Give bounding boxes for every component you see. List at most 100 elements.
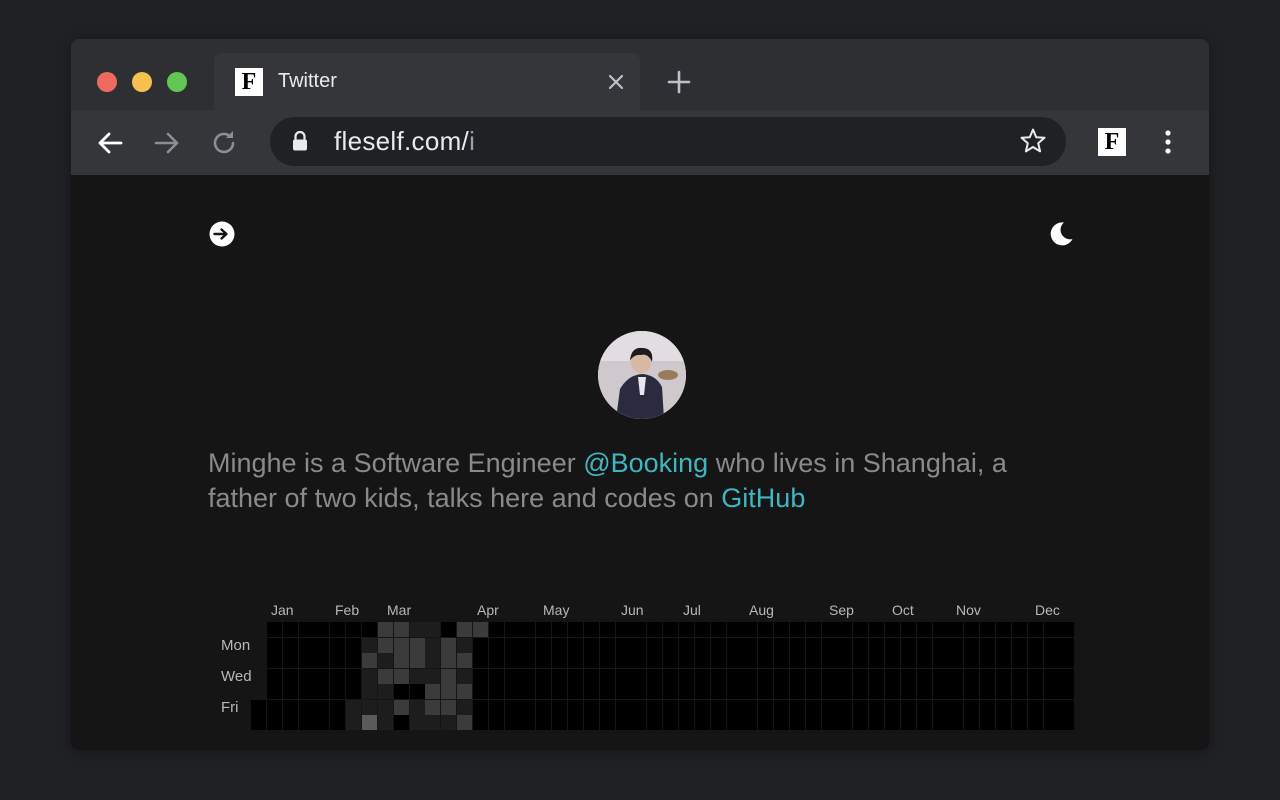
contribution-cell[interactable] [869, 637, 885, 653]
contribution-cell[interactable] [821, 653, 837, 668]
maximize-window-button[interactable] [167, 72, 187, 92]
contribution-cell[interactable] [678, 637, 694, 653]
contribution-cell[interactable] [932, 684, 948, 699]
contribution-cell[interactable] [789, 715, 805, 730]
contribution-cell[interactable] [330, 637, 346, 653]
contribution-cell[interactable] [583, 637, 599, 653]
contribution-cell[interactable] [504, 715, 520, 730]
contribution-cell[interactable] [441, 668, 457, 684]
contribution-cell[interactable] [282, 637, 298, 653]
contribution-cell[interactable] [995, 684, 1011, 699]
contribution-cell[interactable] [964, 637, 980, 653]
contribution-cell[interactable] [853, 622, 869, 637]
contribution-cell[interactable] [885, 622, 900, 637]
contribution-cell[interactable] [837, 622, 853, 637]
contribution-cell[interactable] [774, 668, 790, 684]
contribution-cell[interactable] [552, 715, 568, 730]
contribution-cell[interactable] [916, 699, 932, 715]
contribution-cell[interactable] [885, 684, 900, 699]
contribution-cell[interactable] [504, 653, 520, 668]
contribution-cell[interactable] [647, 653, 663, 668]
contribution-cell[interactable] [805, 668, 821, 684]
contribution-cell[interactable] [948, 715, 964, 730]
contribution-cell[interactable] [282, 622, 298, 637]
contribution-cell[interactable] [472, 653, 488, 668]
contribution-cell[interactable] [1059, 637, 1075, 653]
contribution-cell[interactable] [948, 637, 964, 653]
contribution-cell[interactable] [932, 653, 948, 668]
contribution-cell[interactable] [663, 637, 679, 653]
contribution-cell[interactable] [980, 684, 996, 699]
contribution-cell[interactable] [536, 637, 552, 653]
contribution-cell[interactable] [869, 715, 885, 730]
contribution-cell[interactable] [916, 715, 932, 730]
contribution-cell[interactable] [789, 637, 805, 653]
contribution-cell[interactable] [837, 653, 853, 668]
contribution-cell[interactable] [726, 715, 742, 730]
contribution-cell[interactable] [1043, 637, 1059, 653]
contribution-cell[interactable] [853, 653, 869, 668]
contribution-cell[interactable] [821, 715, 837, 730]
contribution-cell[interactable] [568, 653, 583, 668]
contribution-cell[interactable] [346, 684, 362, 699]
contribution-cell[interactable] [758, 653, 774, 668]
contribution-cell[interactable] [393, 699, 409, 715]
contribution-cell[interactable] [663, 715, 679, 730]
extension-icon[interactable]: F [1098, 128, 1126, 156]
contribution-cell[interactable] [964, 668, 980, 684]
contribution-cell[interactable] [266, 668, 282, 684]
contribution-cell[interactable] [298, 684, 314, 699]
contribution-cell[interactable] [599, 622, 615, 637]
contribution-cell[interactable] [330, 653, 346, 668]
contribution-cell[interactable] [916, 622, 932, 637]
contribution-cell[interactable] [948, 668, 964, 684]
contribution-cell[interactable] [520, 653, 536, 668]
contribution-cell[interactable] [457, 637, 473, 653]
contribution-cell[interactable] [552, 699, 568, 715]
contribution-cell[interactable] [266, 622, 282, 637]
contribution-cell[interactable] [821, 637, 837, 653]
contribution-cell[interactable] [282, 668, 298, 684]
contribution-cell[interactable] [774, 699, 790, 715]
contribution-cell[interactable] [536, 715, 552, 730]
contribution-cell[interactable] [932, 637, 948, 653]
contribution-cell[interactable] [821, 699, 837, 715]
contribution-cell[interactable] [964, 622, 980, 637]
contribution-cell[interactable] [916, 653, 932, 668]
contribution-cell[interactable] [1027, 622, 1043, 637]
contribution-cell[interactable] [726, 668, 742, 684]
contribution-cell[interactable] [1059, 653, 1075, 668]
contribution-cell[interactable] [536, 699, 552, 715]
contribution-cell[interactable] [583, 622, 599, 637]
close-tab-icon[interactable] [604, 70, 628, 94]
contribution-cell[interactable] [964, 684, 980, 699]
contribution-cell[interactable] [964, 699, 980, 715]
contribution-cell[interactable] [552, 637, 568, 653]
contribution-cell[interactable] [393, 715, 409, 730]
contribution-cell[interactable] [441, 637, 457, 653]
contribution-cell[interactable] [932, 715, 948, 730]
contribution-cell[interactable] [266, 715, 282, 730]
contribution-cell[interactable] [758, 637, 774, 653]
contribution-cell[interactable] [314, 684, 330, 699]
contribution-cell[interactable] [837, 699, 853, 715]
contribution-cell[interactable] [615, 684, 631, 699]
contribution-cell[interactable] [948, 699, 964, 715]
contribution-cell[interactable] [488, 653, 504, 668]
contribution-cell[interactable] [710, 637, 726, 653]
close-window-button[interactable] [97, 72, 117, 92]
contribution-cell[interactable] [504, 637, 520, 653]
contribution-cell[interactable] [393, 653, 409, 668]
contribution-cell[interactable] [789, 668, 805, 684]
contribution-cell[interactable] [488, 668, 504, 684]
contribution-cell[interactable] [361, 684, 377, 699]
contribution-cell[interactable] [900, 637, 916, 653]
contribution-cell[interactable] [472, 699, 488, 715]
contribution-cell[interactable] [298, 715, 314, 730]
contribution-cell[interactable] [948, 684, 964, 699]
contribution-cell[interactable] [980, 699, 996, 715]
contribution-cell[interactable] [694, 715, 710, 730]
contribution-cell[interactable] [758, 684, 774, 699]
contribution-cell[interactable] [995, 637, 1011, 653]
contribution-cell[interactable] [441, 684, 457, 699]
